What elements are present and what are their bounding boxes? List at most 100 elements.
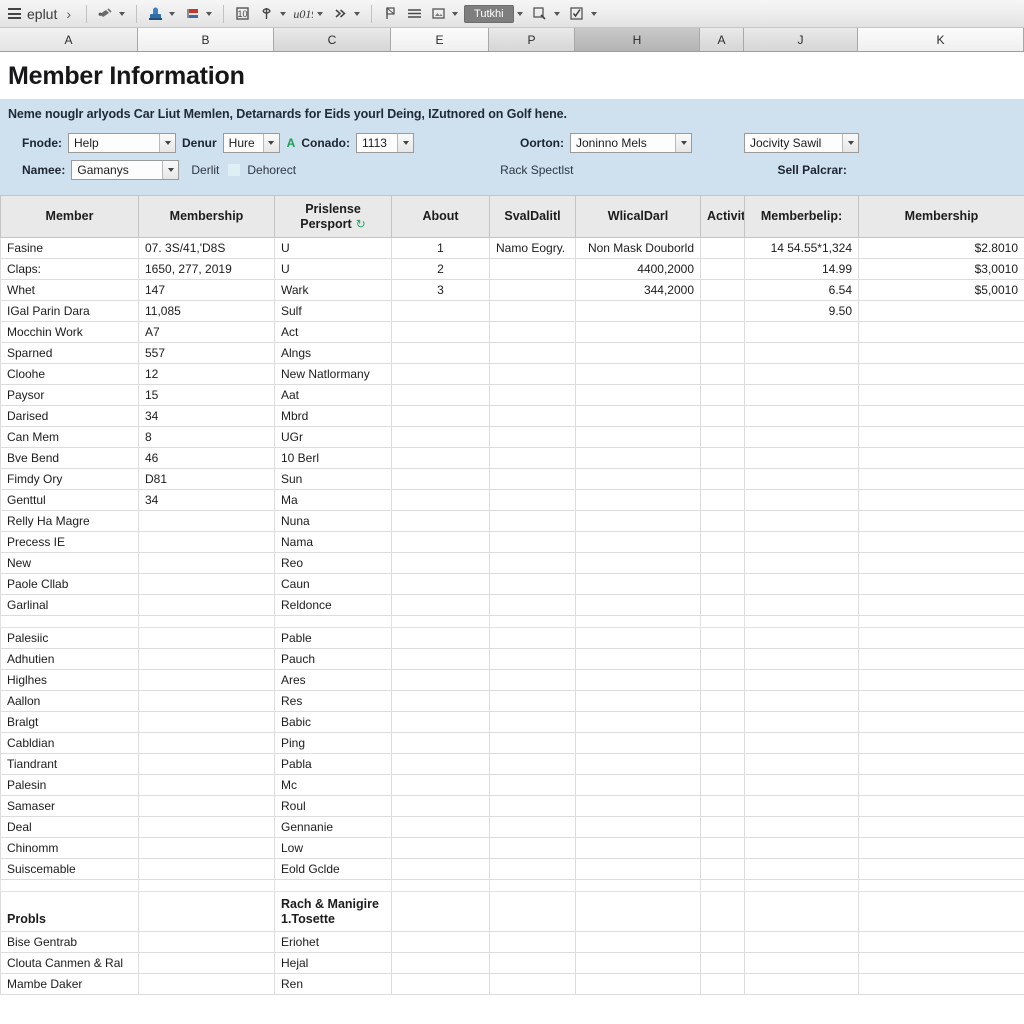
cell-member[interactable]: Higlhes: [0, 669, 139, 691]
cell-prislense[interactable]: Alngs: [274, 342, 392, 364]
cell-wlicaldarl[interactable]: [575, 690, 701, 712]
cell-activity[interactable]: [700, 363, 745, 385]
cell-prislense[interactable]: Rach & Manigire 1.Tosette: [274, 891, 392, 932]
cell-svaldalitl[interactable]: [489, 816, 576, 838]
cell-memberbelip[interactable]: [744, 552, 859, 574]
cell-memberbelip[interactable]: 9.50: [744, 300, 859, 322]
cell-memberbelip[interactable]: [744, 816, 859, 838]
cell-prislense[interactable]: Pabla: [274, 753, 392, 775]
cell-wlicaldarl[interactable]: [575, 384, 701, 406]
cell-activity[interactable]: [700, 405, 745, 427]
cell-svaldalitl[interactable]: [489, 648, 576, 670]
cell-member[interactable]: Bve Bend: [0, 447, 139, 469]
cell-about[interactable]: [391, 552, 490, 574]
search-dropdown-caret[interactable]: [553, 11, 560, 16]
cell-svaldalitl[interactable]: [489, 690, 576, 712]
image-icon[interactable]: [427, 3, 449, 25]
cell-member[interactable]: Paole Cllab: [0, 573, 139, 595]
cell-activity[interactable]: [700, 447, 745, 469]
cell-membership[interactable]: 147: [138, 279, 275, 301]
cell-prislense[interactable]: Wark: [274, 279, 392, 301]
cell-membership[interactable]: 557: [138, 342, 275, 364]
cell-svaldalitl[interactable]: [489, 384, 576, 406]
cell-prislense[interactable]: Roul: [274, 795, 392, 817]
cell-membership2[interactable]: [858, 973, 1024, 995]
cell-member[interactable]: Claps:: [0, 258, 139, 280]
cell-wlicaldarl[interactable]: [575, 489, 701, 511]
cell-wlicaldarl[interactable]: [575, 648, 701, 670]
cell-membership2[interactable]: [858, 447, 1024, 469]
check-icon[interactable]: [566, 3, 588, 25]
cell-about[interactable]: [391, 648, 490, 670]
cell-prislense[interactable]: Babic: [274, 711, 392, 733]
cell-activity[interactable]: [700, 952, 745, 974]
cell-about[interactable]: [391, 753, 490, 775]
cell-about[interactable]: [391, 594, 490, 616]
cell-about[interactable]: 3: [391, 279, 490, 301]
cell-prislense[interactable]: Low: [274, 837, 392, 859]
cell-prislense[interactable]: 10 Berl: [274, 447, 392, 469]
cell-membership2[interactable]: $3,0010: [858, 258, 1024, 280]
cell-memberbelip[interactable]: [744, 573, 859, 595]
cell-membership2[interactable]: [858, 774, 1024, 796]
cell-activity[interactable]: [700, 384, 745, 406]
cell-wlicaldarl[interactable]: [575, 753, 701, 775]
cell-svaldalitl[interactable]: [489, 405, 576, 427]
cell-member[interactable]: Tiandrant: [0, 753, 139, 775]
cell-member[interactable]: Mocchin Work: [0, 321, 139, 343]
cell-about[interactable]: [391, 447, 490, 469]
cell-svaldalitl[interactable]: [489, 795, 576, 817]
paint-dropdown-caret[interactable]: [119, 11, 126, 16]
column-header-c[interactable]: C: [274, 28, 391, 51]
cell-svaldalitl[interactable]: [489, 753, 576, 775]
cell-prislense[interactable]: Hejal: [274, 952, 392, 974]
search-icon[interactable]: [529, 3, 551, 25]
th-activity[interactable]: Activity: [700, 195, 745, 238]
cell-membership2[interactable]: [858, 531, 1024, 553]
cell-member[interactable]: Fasine: [0, 237, 139, 259]
cell-activity[interactable]: [700, 891, 745, 932]
cell-membership[interactable]: 11,085: [138, 300, 275, 322]
cell-memberbelip[interactable]: [744, 837, 859, 859]
cell-svaldalitl[interactable]: [489, 321, 576, 343]
cell-prislense[interactable]: Nuna: [274, 510, 392, 532]
cell-membership2[interactable]: [858, 573, 1024, 595]
cell-memberbelip[interactable]: 14 54.55*1,324: [744, 237, 859, 259]
cell-svaldalitl[interactable]: [489, 342, 576, 364]
cell-wlicaldarl[interactable]: [575, 931, 701, 953]
cell-membership[interactable]: [138, 816, 275, 838]
cell-about[interactable]: [391, 510, 490, 532]
cell-wlicaldarl[interactable]: [575, 363, 701, 385]
cell-activity[interactable]: [700, 426, 745, 448]
cell-membership[interactable]: [138, 952, 275, 974]
combo-conado[interactable]: 1113: [356, 132, 414, 153]
cell-membership[interactable]: [138, 858, 275, 880]
cell-svaldalitl[interactable]: [489, 489, 576, 511]
cell-about[interactable]: [391, 931, 490, 953]
combo-namee[interactable]: Gamanys: [71, 159, 180, 180]
cell-activity[interactable]: [700, 931, 745, 953]
cell-membership2[interactable]: [858, 931, 1024, 953]
cell-member[interactable]: Samaser: [0, 795, 139, 817]
cell-membership[interactable]: [138, 627, 275, 649]
cell-membership2[interactable]: [858, 816, 1024, 838]
cell-membership2[interactable]: $2.8010: [858, 237, 1024, 259]
cell-svaldalitl[interactable]: [489, 931, 576, 953]
cell-wlicaldarl[interactable]: 344,2000: [575, 279, 701, 301]
cell-memberbelip[interactable]: [744, 732, 859, 754]
cell-activity[interactable]: [700, 594, 745, 616]
cell-memberbelip[interactable]: [744, 973, 859, 995]
cell-wlicaldarl[interactable]: [575, 837, 701, 859]
cell-prislense[interactable]: U: [274, 237, 392, 259]
cell-membership[interactable]: [138, 531, 275, 553]
cell-membership2[interactable]: [858, 384, 1024, 406]
cell-prislense[interactable]: Ping: [274, 732, 392, 754]
cell-member[interactable]: Bralgt: [0, 711, 139, 733]
column-header-h[interactable]: H: [575, 28, 700, 51]
cell-wlicaldarl[interactable]: [575, 952, 701, 974]
cell-member[interactable]: Mambe Daker: [0, 973, 139, 995]
cell-membership[interactable]: [138, 931, 275, 953]
cell-member[interactable]: Paysor: [0, 384, 139, 406]
cell-wlicaldarl[interactable]: [575, 858, 701, 880]
paint-icon[interactable]: [94, 3, 116, 25]
